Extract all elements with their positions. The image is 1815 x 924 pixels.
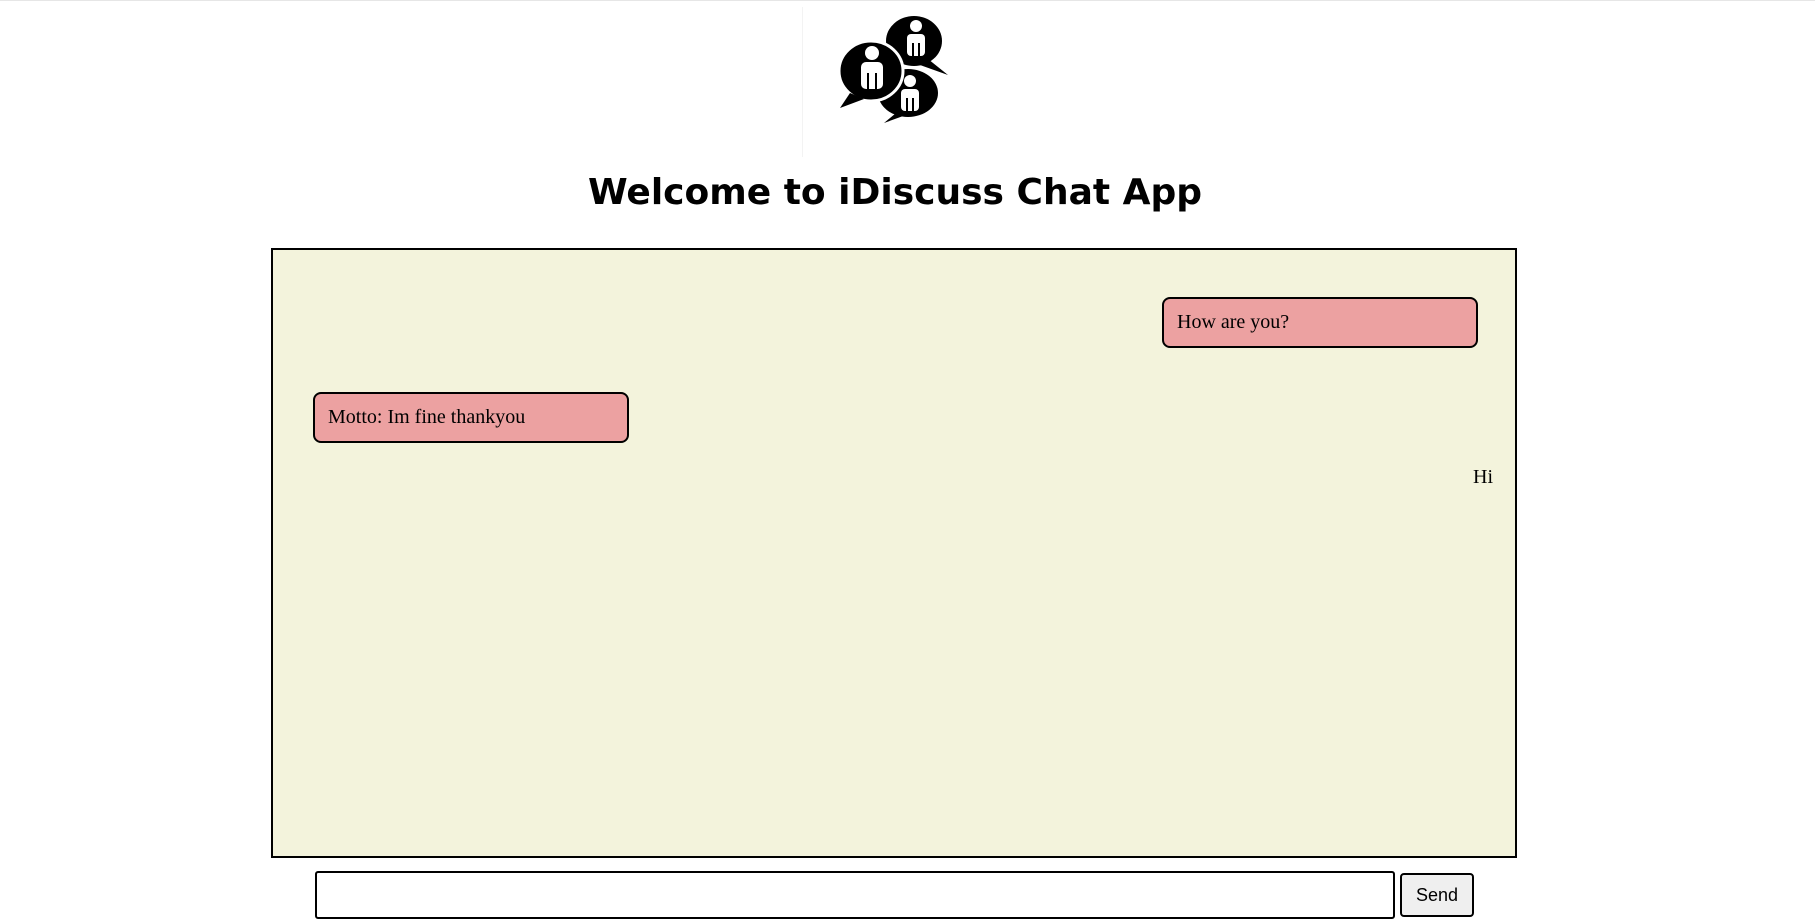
- page-title: Welcome to iDiscuss Chat App: [587, 172, 1203, 213]
- message-bubble-left: Motto: Im fine thankyou: [313, 392, 629, 443]
- message-bubble-right: How are you?: [1162, 297, 1478, 348]
- logo-divider: [802, 7, 803, 157]
- chat-messages-container[interactable]: How are you? Motto: Im fine thankyou Hi: [271, 248, 1517, 858]
- message-input[interactable]: [315, 871, 1395, 919]
- chat-people-bubbles-icon: [836, 13, 956, 123]
- message-plain-right: Hi: [1473, 466, 1493, 488]
- send-button[interactable]: Send: [1400, 873, 1474, 917]
